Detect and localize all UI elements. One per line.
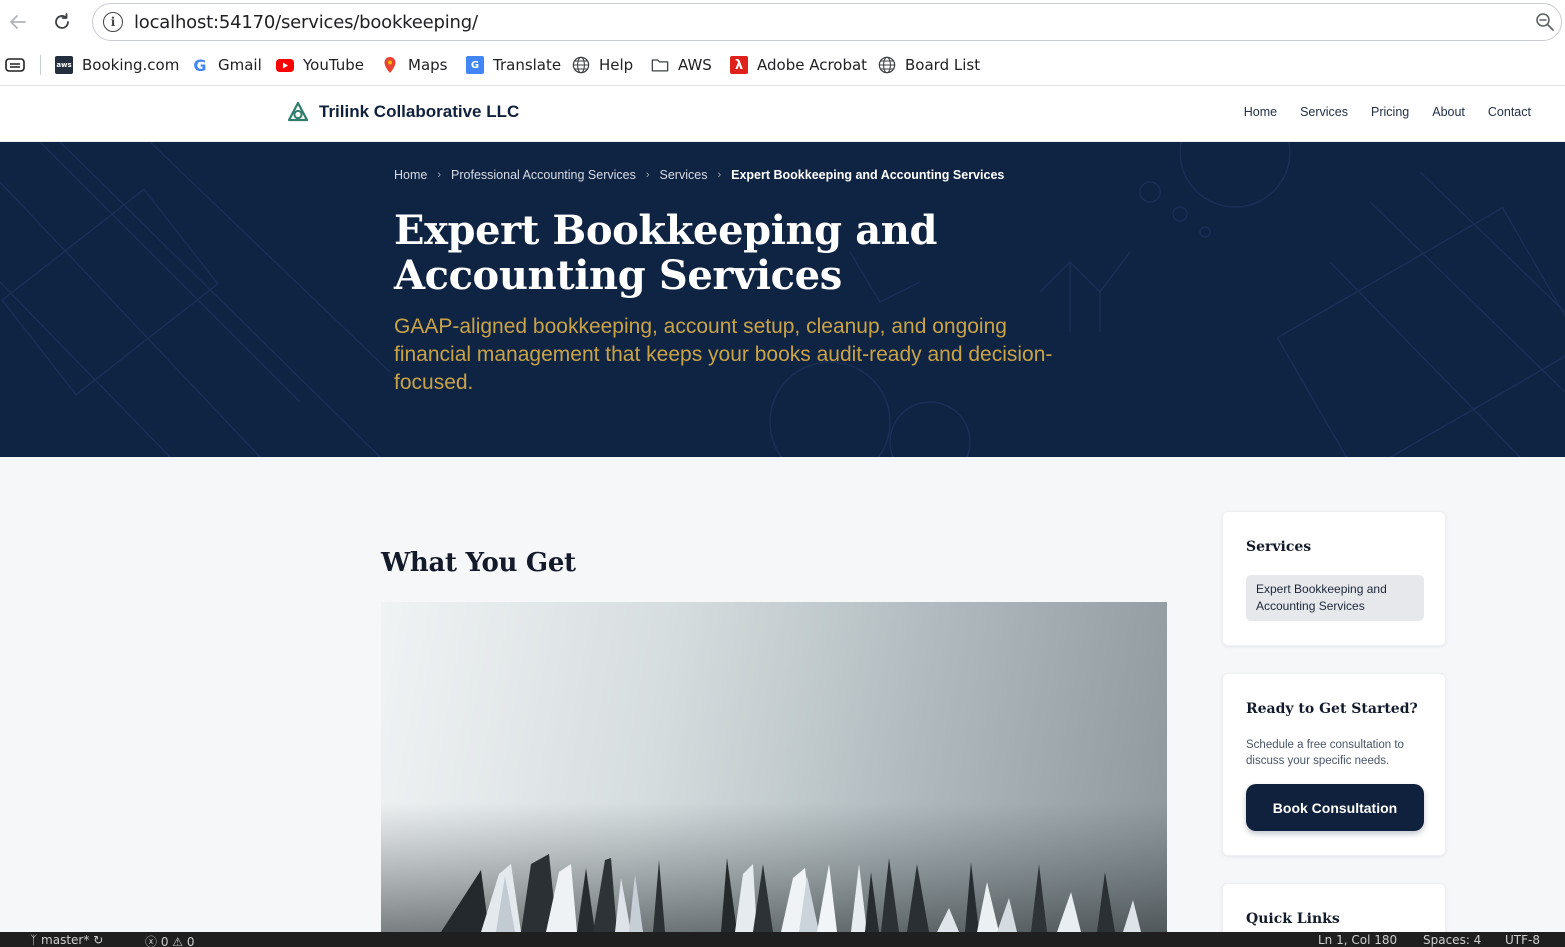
git-branch-label: master* <box>41 933 90 947</box>
file-folders-illustration <box>381 802 1167 932</box>
breadcrumb-professional-accounting[interactable]: Professional Accounting Services <box>451 168 636 182</box>
nav-contact[interactable]: Contact <box>1488 105 1531 119</box>
folder-icon <box>651 56 669 74</box>
main-nav: Home Services Pricing About Contact <box>1244 105 1531 119</box>
breadcrumb-home[interactable]: Home <box>394 168 427 182</box>
chevron-right-icon: › <box>437 169 442 181</box>
brand-logo-link[interactable]: Trilink Collaborative LLC <box>286 101 519 123</box>
editor-status-bar: ᛉ master* ↻ ⓧ 0 ⚠ 0 Ln 1, Col 180 Spaces… <box>0 932 1565 947</box>
reload-button[interactable] <box>49 9 75 35</box>
indentation-status[interactable]: Spaces: 4 <box>1423 933 1481 947</box>
back-button[interactable] <box>5 9 31 35</box>
bookmark-aws-folder[interactable]: AWS <box>651 54 712 76</box>
book-consultation-button[interactable]: Book Consultation <box>1246 784 1424 831</box>
bookmark-help[interactable]: Help <box>572 54 633 76</box>
breadcrumb-current: Expert Bookkeeping and Accounting Servic… <box>731 168 1005 182</box>
breadcrumb: Home › Professional Accounting Services … <box>394 168 1004 182</box>
site-info-icon[interactable]: i <box>103 12 123 32</box>
site-header: Trilink Collaborative LLC Home Services … <box>0 86 1565 142</box>
tab-search-button[interactable] <box>5 54 25 76</box>
maps-pin-icon <box>381 56 399 74</box>
reload-icon <box>55 13 69 29</box>
zoom-icon[interactable] <box>1535 12 1555 32</box>
youtube-icon <box>276 56 294 74</box>
section-title-what-you-get: What You Get <box>381 548 576 578</box>
bookmark-adobe-acrobat[interactable]: λ Adobe Acrobat <box>730 54 867 76</box>
bookmark-translate[interactable]: G Translate <box>466 54 561 76</box>
address-bar[interactable]: i localhost:54170/services/bookkeeping/ <box>92 3 1562 41</box>
back-arrow-icon <box>10 15 26 29</box>
cta-title: Ready to Get Started? <box>1246 701 1418 717</box>
globe-icon <box>878 56 896 74</box>
git-branch-status[interactable]: ᛉ master* ↻ <box>30 933 103 947</box>
globe-icon <box>572 56 590 74</box>
page-title: Expert Bookkeeping and Accounting Servic… <box>394 207 938 299</box>
nav-about[interactable]: About <box>1432 105 1465 119</box>
quick-links-title: Quick Links <box>1246 911 1340 927</box>
hero-background-pattern <box>0 142 1565 457</box>
translate-icon: G <box>466 56 484 74</box>
page-subtitle: GAAP-aligned bookkeeping, account setup,… <box>394 315 1053 394</box>
aws-icon: aws <box>55 56 73 74</box>
bookmark-youtube[interactable]: YouTube <box>276 54 364 76</box>
bookmark-label: Help <box>599 56 634 74</box>
bookmark-maps[interactable]: Maps <box>381 54 447 76</box>
bookmark-booking[interactable]: aws Booking.com <box>55 54 179 76</box>
google-icon: G <box>193 55 207 75</box>
bookmark-separator <box>40 55 41 75</box>
bookmark-label: AWS <box>678 56 712 74</box>
trilink-logo-icon <box>287 101 309 122</box>
acrobat-icon: λ <box>730 56 748 74</box>
chevron-right-icon: › <box>645 169 650 181</box>
bookmark-label: YouTube <box>303 56 364 74</box>
bookmark-label: Translate <box>493 56 562 74</box>
git-branch-icon: ᛉ <box>30 933 38 947</box>
brand-name: Trilink Collaborative LLC <box>319 102 520 121</box>
bookmark-label: Maps <box>408 56 448 74</box>
sync-icon: ↻ <box>93 933 104 947</box>
bookmark-label: Board List <box>905 56 981 74</box>
bookmarks-bar: aws Booking.com G Gmail YouTube Maps G T… <box>0 44 1565 86</box>
chevron-right-icon: › <box>717 169 722 181</box>
bookmark-label: Booking.com <box>82 56 180 74</box>
bookmark-board-list[interactable]: Board List <box>878 54 980 76</box>
tab-search-icon <box>5 58 25 72</box>
browser-toolbar: i localhost:54170/services/bookkeeping/ <box>0 0 1565 44</box>
bookmark-label: Adobe Acrobat <box>757 56 868 74</box>
feature-image-file-folders <box>381 602 1167 932</box>
problems-status[interactable]: ⓧ 0 ⚠ 0 <box>145 933 194 947</box>
cta-text: Schedule a free consultation to discuss … <box>1246 739 1404 767</box>
url-text[interactable]: localhost:54170/services/bookkeeping/ <box>134 12 478 33</box>
nav-pricing[interactable]: Pricing <box>1371 105 1409 119</box>
sidebar-cta-card: Ready to Get Started? Schedule a free co… <box>1222 673 1446 856</box>
encoding-status[interactable]: UTF-8 <box>1505 933 1540 947</box>
hero-banner: Home › Professional Accounting Services … <box>0 142 1565 457</box>
sidebar-services-title: Services <box>1246 539 1312 555</box>
cursor-position[interactable]: Ln 1, Col 180 <box>1318 933 1397 947</box>
sidebar-service-item-bookkeeping[interactable]: Expert Bookkeeping and Accounting Servic… <box>1246 575 1424 621</box>
nav-home[interactable]: Home <box>1244 105 1277 119</box>
bookmark-label: Gmail <box>218 56 262 74</box>
nav-services[interactable]: Services <box>1300 105 1348 119</box>
breadcrumb-services[interactable]: Services <box>660 168 708 182</box>
bookmark-gmail[interactable]: G Gmail <box>191 54 262 76</box>
sidebar-services-card: Services Expert Bookkeeping and Accounti… <box>1222 511 1446 646</box>
